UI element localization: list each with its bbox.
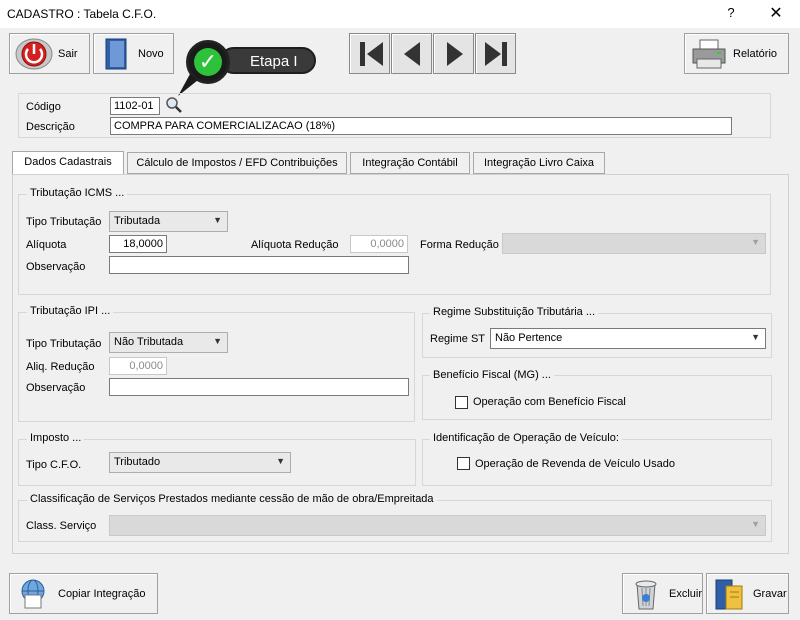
copy-integration-button[interactable]: Copiar Integração	[9, 573, 158, 614]
icms-obs-field[interactable]	[109, 256, 409, 274]
exit-button[interactable]: Sair	[9, 33, 90, 74]
regime-st-select[interactable]: Não Pertence ▼	[490, 328, 766, 349]
chevron-down-icon: ▼	[213, 215, 222, 225]
ipi-tipo-value: Não Tributada	[114, 336, 184, 348]
tab-calculo-impostos[interactable]: Cálculo de Impostos / EFD Contribuições	[127, 152, 347, 174]
check-icon: ✓	[194, 48, 222, 76]
tab-integracao-contabil[interactable]: Integração Contábil	[350, 152, 470, 174]
icms-tipo-select[interactable]: Tributada ▼	[109, 211, 228, 232]
step-label: Etapa I	[250, 53, 298, 70]
report-button[interactable]: Relatório	[684, 33, 789, 74]
title-bar: CADASTRO : Tabela C.F.O. ? ✕	[0, 0, 800, 28]
tipo-cfo-select[interactable]: Tributado ▼	[109, 452, 291, 473]
last-icon	[485, 42, 501, 66]
tipo-cfo-value: Tributado	[114, 456, 161, 468]
new-button[interactable]: Novo	[93, 33, 174, 74]
icms-forma-reducao-select[interactable]: ▼	[502, 233, 766, 254]
servicos-title: Classificação de Serviços Prestados medi…	[27, 493, 437, 505]
ipi-aliq-reducao-label: Aliq. Redução	[26, 361, 95, 373]
icms-tipo-value: Tributada	[114, 215, 161, 227]
icms-tipo-label: Tipo Tributação	[26, 216, 102, 228]
search-icon[interactable]	[165, 96, 183, 114]
tipo-cfo-label: Tipo C.F.O.	[26, 459, 82, 471]
beneficio-fiscal-title: Benefício Fiscal (MG) ...	[430, 369, 554, 381]
icms-aliq-reducao-label: Alíquota Redução	[251, 239, 339, 251]
last-record-button[interactable]	[475, 33, 516, 74]
regime-st-title: Regime Substituição Tributária ...	[430, 306, 599, 318]
report-label: Relatório	[733, 47, 778, 60]
tab-integracao-livro-caixa[interactable]: Integração Livro Caixa	[473, 152, 605, 174]
chevron-down-icon: ▼	[213, 336, 222, 346]
icms-title: Tributação ICMS ...	[27, 187, 128, 199]
tab-label: Integração Contábil	[362, 157, 458, 169]
tab-label: Integração Livro Caixa	[483, 157, 595, 169]
printer-icon	[692, 39, 726, 68]
ipi-title: Tributação IPI ...	[27, 305, 114, 317]
class-servico-select[interactable]: ▼	[109, 515, 766, 536]
icms-obs-label: Observação	[26, 261, 86, 273]
ipi-tipo-label: Tipo Tributação	[26, 338, 102, 350]
beneficio-fiscal-checkbox-label: Operação com Benefício Fiscal	[473, 396, 626, 408]
description-label: Descrição	[26, 121, 75, 133]
copy-integration-label: Copiar Integração	[58, 587, 146, 600]
close-button[interactable]: ✕	[766, 3, 786, 23]
code-label: Código	[26, 101, 61, 113]
tab-label: Dados Cadastrais	[24, 156, 112, 168]
veiculo-usado-checkbox[interactable]	[457, 457, 470, 470]
exit-label: Sair	[58, 47, 78, 60]
previous-record-button[interactable]	[391, 33, 432, 74]
chevron-down-icon: ▼	[751, 237, 760, 247]
imposto-title: Imposto ...	[27, 432, 85, 444]
icms-forma-reducao-label: Forma Redução	[420, 239, 499, 251]
ipi-tipo-select[interactable]: Não Tributada ▼	[109, 332, 228, 353]
chevron-down-icon: ▼	[276, 456, 285, 466]
copy-globe-icon	[21, 579, 45, 608]
ipi-aliq-reducao-field[interactable]: 0,0000	[109, 357, 167, 375]
next-icon	[447, 42, 463, 66]
power-icon	[15, 38, 53, 69]
save-label: Gravar	[753, 587, 787, 600]
ipi-obs-field[interactable]	[109, 378, 409, 396]
first-icon	[360, 42, 365, 66]
next-record-button[interactable]	[433, 33, 474, 74]
icms-aliquota-label: Alíquota	[26, 239, 67, 251]
regime-st-label: Regime ST	[430, 333, 486, 345]
step-callout: Etapa I	[220, 47, 316, 74]
code-field[interactable]: 1102-01	[110, 97, 160, 115]
delete-button[interactable]: Excluir	[622, 573, 703, 614]
new-document-icon	[105, 38, 127, 69]
first-record-button[interactable]	[349, 33, 390, 74]
beneficio-fiscal-checkbox[interactable]	[455, 396, 468, 409]
class-servico-label: Class. Serviço	[26, 520, 97, 532]
save-book-icon	[715, 579, 743, 609]
chevron-down-icon: ▼	[751, 332, 760, 342]
veiculo-usado-checkbox-label: Operação de Revenda de Veículo Usado	[475, 458, 675, 470]
help-button[interactable]: ?	[724, 5, 738, 20]
tab-label: Cálculo de Impostos / EFD Contribuições	[136, 157, 338, 169]
description-field[interactable]: COMPRA PARA COMERCIALIZACAO (18%)	[110, 117, 732, 135]
chevron-down-icon: ▼	[751, 519, 760, 529]
veiculo-title: Identificação de Operação de Veículo:	[430, 432, 622, 444]
trash-icon	[635, 580, 657, 609]
icms-aliq-reducao-field[interactable]: 0,0000	[350, 235, 408, 253]
delete-label: Excluir	[668, 587, 702, 600]
previous-icon	[404, 42, 420, 66]
icms-aliquota-field[interactable]: 18,0000	[109, 235, 167, 253]
save-button[interactable]: Gravar	[706, 573, 789, 614]
ipi-obs-label: Observação	[26, 382, 86, 394]
tab-dados-cadastrais[interactable]: Dados Cadastrais	[12, 151, 124, 175]
new-label: Novo	[138, 47, 164, 60]
regime-st-value: Não Pertence	[495, 332, 563, 344]
window-title: CADASTRO : Tabela C.F.O.	[7, 7, 157, 21]
